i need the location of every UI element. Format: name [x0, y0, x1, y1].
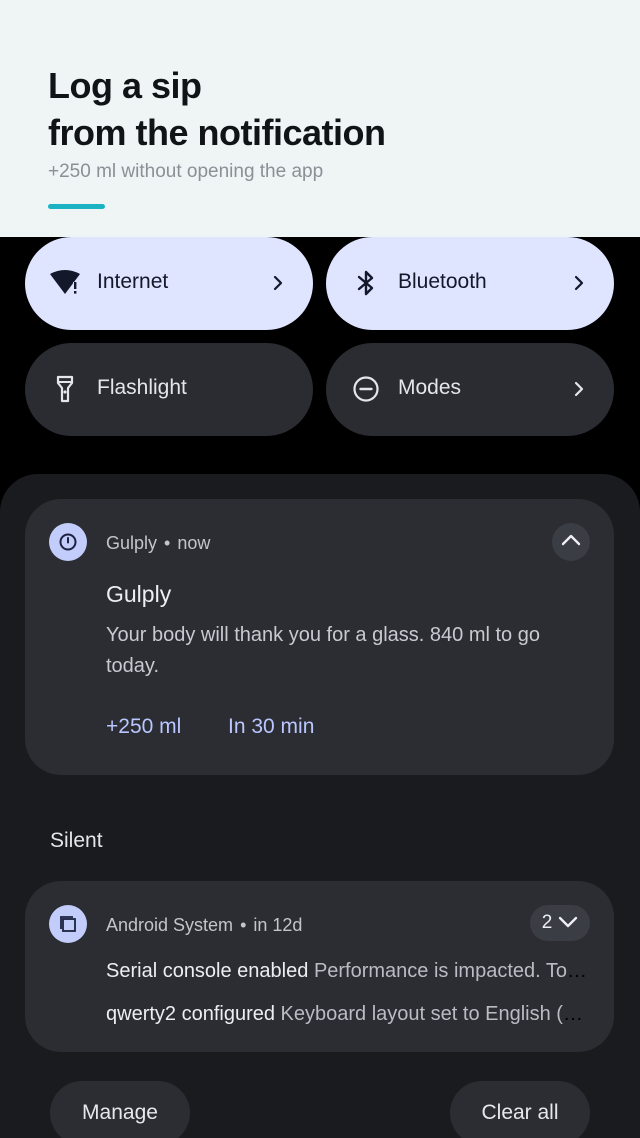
add-250ml-button[interactable]: +250 ml — [106, 715, 181, 739]
tile-modes[interactable]: Modes — [326, 343, 614, 436]
notification-time: now — [177, 533, 211, 553]
group-item-title: Serial console enabled — [106, 960, 309, 982]
promo-header: Log a sip from the notification +250 ml … — [0, 0, 640, 237]
chevron-right-icon — [269, 269, 287, 297]
group-item-text: Performance is impacted. To disable, che… — [313, 960, 590, 982]
group-meta: Android System • in 12d — [106, 915, 303, 935]
promo-title-line-2: from the notification — [48, 112, 386, 153]
promo-title: Log a sip from the notification — [48, 62, 386, 156]
chevron-right-icon — [570, 375, 588, 403]
group-count: 2 — [541, 912, 553, 933]
wifi-alert-icon — [49, 267, 81, 299]
bluetooth-icon — [350, 267, 382, 299]
group-item-serial-console[interactable]: Serial console enabled Performance is im… — [106, 960, 590, 983]
tile-modes-label: Modes — [398, 376, 462, 399]
promo-subtitle: +250 ml without opening the app — [48, 161, 324, 182]
flashlight-icon — [49, 373, 81, 405]
tile-bluetooth[interactable]: Bluetooth — [326, 237, 614, 330]
tile-bluetooth-label: Bluetooth — [398, 270, 487, 293]
group-time: in 12d — [253, 915, 303, 935]
tile-flashlight[interactable]: Flashlight — [25, 343, 313, 436]
collapse-button[interactable] — [552, 523, 590, 561]
tile-flashlight-label: Flashlight — [97, 376, 187, 399]
tile-internet-label: Internet — [97, 270, 169, 293]
group-item-title: qwerty2 configured — [106, 1003, 275, 1025]
android-system-notification-group[interactable]: Android System • in 12d 2 Serial console e… — [25, 881, 614, 1052]
minus-circle-icon — [350, 373, 382, 405]
expand-group-button[interactable]: 2 — [530, 905, 590, 941]
notification-app-name: Gulply — [106, 533, 158, 553]
manage-button[interactable]: Manage — [50, 1081, 190, 1138]
snooze-30min-button[interactable]: In 30 min — [228, 715, 314, 739]
group-item-text: Keyboard layout set to English (US). — [280, 1003, 590, 1025]
notification-title: Gulply — [106, 581, 172, 607]
tile-internet[interactable]: Internet — [25, 237, 313, 330]
chevron-up-icon — [561, 533, 581, 551]
gulply-notification[interactable]: Gulply • now Gulply Your body will thank y… — [25, 499, 614, 775]
group-item-qwerty2[interactable]: qwerty2 configured Keyboard layout set t… — [106, 1003, 590, 1026]
gulply-app-icon — [49, 523, 87, 561]
promo-accent-bar — [48, 204, 105, 209]
chevron-right-icon — [570, 269, 588, 297]
chevron-down-icon — [558, 912, 578, 934]
clear-all-button[interactable]: Clear all — [450, 1081, 590, 1138]
group-app-name: Android System — [106, 915, 234, 935]
promo-title-line-1: Log a sip — [48, 65, 202, 106]
android-system-app-icon — [49, 905, 87, 943]
silent-section-header: Silent — [50, 829, 103, 852]
notification-body: Your body will thank you for a glass. 84… — [106, 624, 540, 677]
notification-meta: Gulply • now — [106, 533, 211, 553]
